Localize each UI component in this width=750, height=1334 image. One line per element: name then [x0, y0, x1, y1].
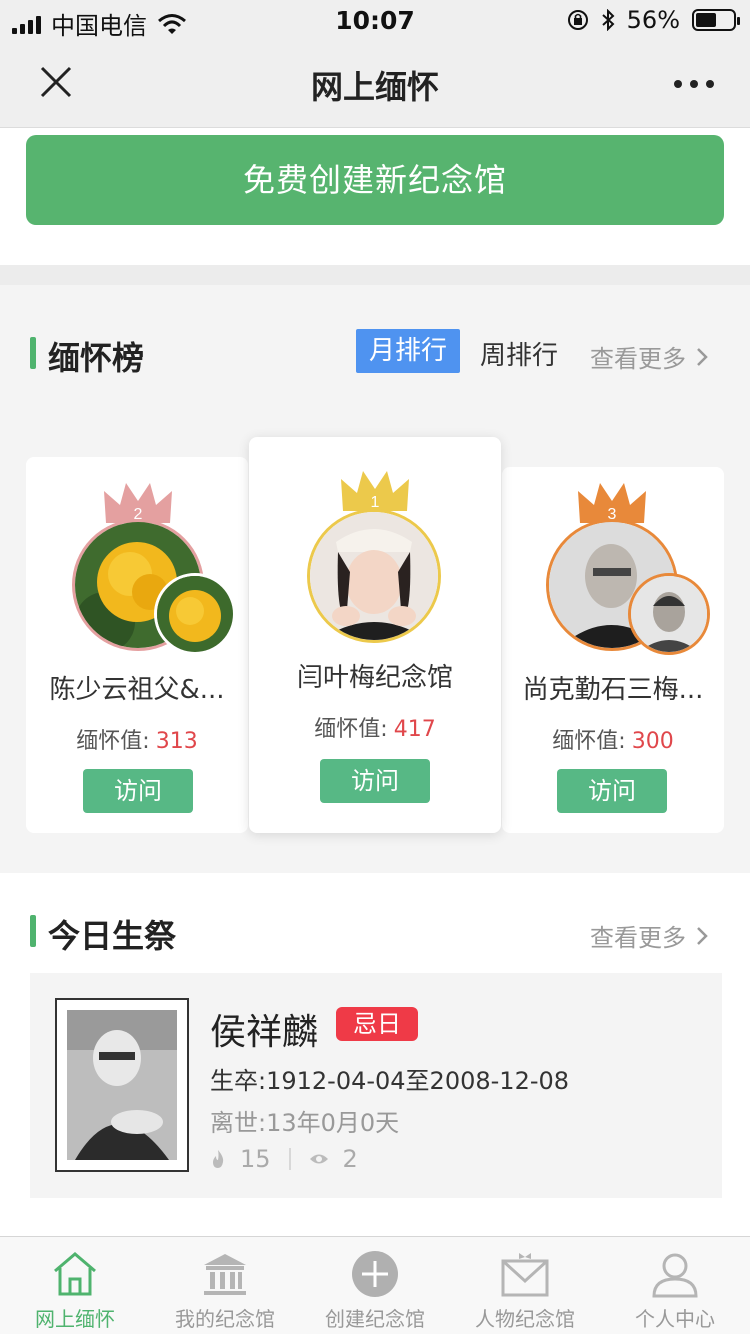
memorial-value: 缅怀值: 313 — [26, 723, 248, 755]
value-number: 313 — [155, 729, 198, 754]
value-label: 缅怀值: — [314, 717, 388, 742]
today-title: 今日生祭 — [48, 917, 177, 955]
portrait-photo — [67, 1010, 177, 1160]
today-memorial-item[interactable]: 侯祥麟 忌日 生卒:1912-04-04至2008-12-08 离世:13年0月… — [30, 973, 722, 1198]
value-number: 300 — [631, 729, 674, 754]
battery-icon — [692, 9, 740, 31]
avatar — [307, 509, 441, 643]
tab-personal-center[interactable]: 个人中心 — [600, 1237, 750, 1334]
add-icon — [352, 1251, 398, 1297]
ranking-section: 缅怀榜 月排行 周排行 查看更多 2 陈少云祖父&... 缅怀值: 313 访问… — [0, 285, 750, 873]
person-memorial-icon — [501, 1253, 549, 1297]
view-count: 2 — [342, 1145, 358, 1173]
ranking-see-more[interactable]: 查看更多 — [590, 339, 708, 374]
section-accent-bar — [30, 915, 36, 947]
ranking-card-1[interactable]: 1 闫叶梅纪念馆 缅怀值: 417 访问 — [249, 437, 501, 833]
person-name: 侯祥麟 — [210, 1012, 319, 1053]
memorial-name: 陈少云祖父&... — [49, 675, 225, 705]
passed-duration: 离世:13年0月0天 — [210, 1109, 400, 1137]
section-accent-bar — [30, 337, 36, 369]
battery-percent: 56% — [626, 6, 680, 34]
tab-week-ranking[interactable]: 周排行 — [480, 335, 558, 372]
flame-icon — [213, 1150, 224, 1168]
nav-bar: 网上缅怀 — [0, 40, 750, 128]
value-number: 417 — [393, 717, 436, 742]
ranking-card-2[interactable]: 2 陈少云祖父&... 缅怀值: 313 访问 — [26, 457, 248, 833]
life-dates: 生卒:1912-04-04至2008-12-08 — [210, 1067, 570, 1095]
create-memorial-button[interactable]: 免费创建新纪念馆 — [26, 135, 724, 225]
tab-label: 我的纪念馆 — [175, 1307, 275, 1331]
value-label: 缅怀值: — [552, 729, 626, 754]
see-more-label: 查看更多 — [590, 345, 686, 373]
tab-label: 个人中心 — [635, 1307, 715, 1331]
tab-create-memorial[interactable]: 创建纪念馆 — [300, 1237, 450, 1334]
memorial-value: 缅怀值: 417 — [249, 711, 501, 743]
home-icon — [54, 1252, 96, 1296]
page-title: 网上缅怀 — [310, 68, 439, 106]
tab-label: 创建纪念馆 — [325, 1307, 425, 1331]
tab-month-ranking[interactable]: 月排行 — [356, 329, 460, 373]
bluetooth-icon — [601, 9, 615, 31]
anniversary-badge: 忌日 — [336, 1007, 418, 1041]
status-bar: 中国电信 10:07 56% — [0, 0, 750, 40]
avatar-secondary — [154, 573, 236, 655]
memorial-stats: 15 2 — [210, 1145, 358, 1173]
stats-divider — [288, 1148, 291, 1170]
value-label: 缅怀值: — [76, 729, 150, 754]
orientation-lock-icon — [567, 10, 588, 30]
woman-photo — [310, 512, 438, 640]
memorial-value: 缅怀值: 300 — [502, 723, 724, 755]
tab-online-memorial[interactable]: 网上缅怀 — [0, 1237, 150, 1334]
see-more-label: 查看更多 — [590, 924, 686, 952]
tab-person-memorial[interactable]: 人物纪念馆 — [450, 1237, 600, 1334]
ranking-card-3[interactable]: 3 尚克勤石三梅... 缅怀值: 300 访问 — [502, 467, 724, 833]
chevron-right-icon — [697, 926, 708, 945]
chevron-right-icon — [697, 347, 708, 366]
today-see-more[interactable]: 查看更多 — [590, 918, 708, 953]
tab-label: 网上缅怀 — [35, 1307, 115, 1331]
visit-button[interactable]: 访问 — [83, 769, 193, 813]
crown-icon: 1 — [341, 471, 409, 511]
flower-count: 15 — [240, 1145, 271, 1173]
more-icon[interactable] — [674, 80, 714, 88]
section-divider — [0, 265, 750, 285]
avatar-secondary — [628, 573, 710, 655]
visit-button[interactable]: 访问 — [557, 769, 667, 813]
user-icon — [652, 1253, 698, 1298]
tab-label: 人物纪念馆 — [475, 1307, 575, 1331]
memorial-name: 尚克勤石三梅... — [522, 675, 704, 705]
memorial-hall-icon — [204, 1254, 246, 1295]
tab-my-memorials[interactable]: 我的纪念馆 — [150, 1237, 300, 1334]
visit-button[interactable]: 访问 — [320, 759, 430, 803]
memorial-name: 闫叶梅纪念馆 — [296, 663, 453, 693]
bottom-tab-bar: 网上缅怀 我的纪念馆 创建纪念馆 人物纪念馆 个人中心 — [0, 1236, 750, 1334]
eye-icon — [309, 1154, 328, 1164]
portrait-frame — [55, 998, 189, 1172]
ranking-title: 缅怀榜 — [48, 339, 145, 377]
